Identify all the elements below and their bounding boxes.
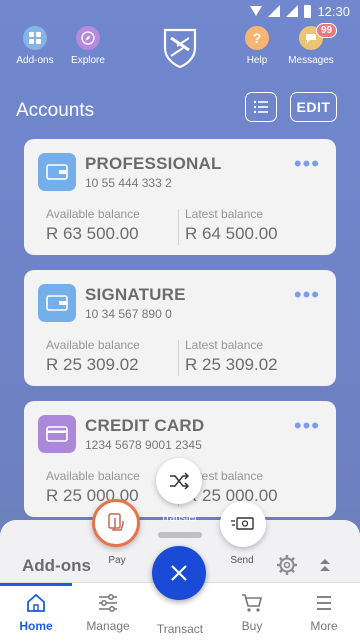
tab-home[interactable]: Home bbox=[0, 583, 72, 641]
page-title: Accounts bbox=[16, 100, 95, 121]
help-icon: ? bbox=[245, 26, 269, 50]
bank-shield-logo bbox=[163, 28, 197, 68]
list-icon bbox=[253, 100, 268, 114]
active-tab-indicator bbox=[0, 583, 72, 586]
cart-icon bbox=[242, 594, 263, 612]
close-action-menu-button[interactable] bbox=[152, 546, 206, 600]
messages-badge: 99 bbox=[316, 23, 338, 38]
status-time: 12:30 bbox=[317, 3, 350, 19]
available-balance: Available balance R 63 500.00 bbox=[46, 207, 140, 244]
account-name: PROFESSIONAL bbox=[85, 154, 222, 173]
transfer-button[interactable] bbox=[156, 458, 202, 504]
addons-nav-button[interactable]: Add-ons bbox=[10, 26, 60, 66]
available-balance-value: R 25 309.02 bbox=[46, 355, 139, 374]
balance-divider bbox=[178, 340, 179, 376]
list-view-button[interactable] bbox=[245, 92, 277, 122]
status-bar: 12:30 bbox=[0, 0, 360, 22]
account-number: 10 55 444 333 2 bbox=[85, 176, 172, 190]
account-number: 1234 5678 9001 2345 bbox=[85, 438, 202, 452]
tab-home-label: Home bbox=[19, 619, 53, 633]
signal-icon-2 bbox=[286, 5, 299, 17]
send-button[interactable] bbox=[220, 501, 266, 547]
pay-hand-icon bbox=[108, 513, 124, 531]
explore-nav-label: Explore bbox=[71, 55, 105, 66]
more-options-button[interactable]: ••• bbox=[294, 415, 320, 437]
available-balance-label: Available balance bbox=[46, 469, 140, 483]
tab-transact-label: Transact bbox=[156, 622, 204, 636]
transfer-icon bbox=[170, 472, 190, 490]
latest-balance-value: R 64 500.00 bbox=[185, 224, 278, 243]
collapse-chevron-icon[interactable] bbox=[318, 557, 332, 573]
send-cash-icon bbox=[231, 517, 254, 530]
signal-icon bbox=[268, 5, 281, 17]
wallet-icon bbox=[38, 153, 76, 191]
messages-nav-button[interactable]: 99 Messages bbox=[286, 23, 338, 66]
wallet-icon bbox=[38, 284, 76, 322]
messages-nav-label: Messages bbox=[288, 55, 334, 66]
send-label: Send bbox=[230, 555, 254, 566]
addons-nav-label: Add-ons bbox=[16, 55, 54, 66]
explore-nav-button[interactable]: Explore bbox=[63, 26, 113, 66]
available-balance: Available balance R 25 309.02 bbox=[46, 338, 140, 375]
home-icon bbox=[27, 593, 45, 612]
tab-more[interactable]: More bbox=[288, 583, 360, 641]
help-nav-label: Help bbox=[246, 55, 268, 66]
sliders-icon bbox=[99, 594, 117, 612]
tab-manage-label: Manage bbox=[86, 619, 130, 633]
tab-manage[interactable]: Manage bbox=[72, 583, 144, 641]
available-balance-label: Available balance bbox=[46, 207, 140, 221]
latest-balance-label: Latest balance bbox=[185, 207, 264, 221]
account-card-signature[interactable]: SIGNATURE 10 34 567 890 0 ••• Available … bbox=[24, 270, 336, 386]
latest-balance-value: R 25 309.02 bbox=[185, 355, 278, 374]
pay-label: Pay bbox=[108, 555, 126, 566]
account-number: 10 34 567 890 0 bbox=[85, 307, 172, 321]
tab-buy[interactable]: Buy bbox=[216, 583, 288, 641]
edit-button[interactable]: EDIT bbox=[290, 92, 337, 122]
battery-icon bbox=[304, 4, 312, 18]
account-name: SIGNATURE bbox=[85, 285, 186, 304]
available-balance-value: R 63 500.00 bbox=[46, 224, 139, 243]
close-icon bbox=[171, 565, 187, 581]
wifi-icon bbox=[250, 6, 263, 16]
more-options-button[interactable]: ••• bbox=[294, 153, 320, 175]
transfer-label: Transfer bbox=[160, 513, 198, 524]
hamburger-icon bbox=[317, 596, 331, 610]
tab-buy-label: Buy bbox=[241, 619, 263, 633]
more-options-button[interactable]: ••• bbox=[294, 284, 320, 306]
addons-sheet-title: Add-ons bbox=[22, 556, 91, 575]
gear-icon[interactable] bbox=[276, 554, 298, 576]
available-balance-label: Available balance bbox=[46, 338, 140, 352]
pay-button[interactable] bbox=[92, 499, 140, 547]
latest-balance-label: Latest balance bbox=[185, 338, 264, 352]
account-name: CREDIT CARD bbox=[85, 416, 205, 435]
sheet-drag-handle[interactable] bbox=[158, 532, 202, 538]
compass-icon bbox=[76, 26, 100, 50]
latest-balance: Latest balance R 25 309.02 bbox=[185, 338, 278, 375]
balance-divider bbox=[178, 209, 179, 245]
help-nav-button[interactable]: ? Help bbox=[232, 26, 282, 66]
tab-more-label: More bbox=[310, 619, 338, 633]
credit-card-icon bbox=[38, 415, 76, 453]
grid-icon bbox=[23, 26, 47, 50]
latest-balance: Latest balance R 64 500.00 bbox=[185, 207, 278, 244]
account-card-professional[interactable]: PROFESSIONAL 10 55 444 333 2 ••• Availab… bbox=[24, 139, 336, 255]
